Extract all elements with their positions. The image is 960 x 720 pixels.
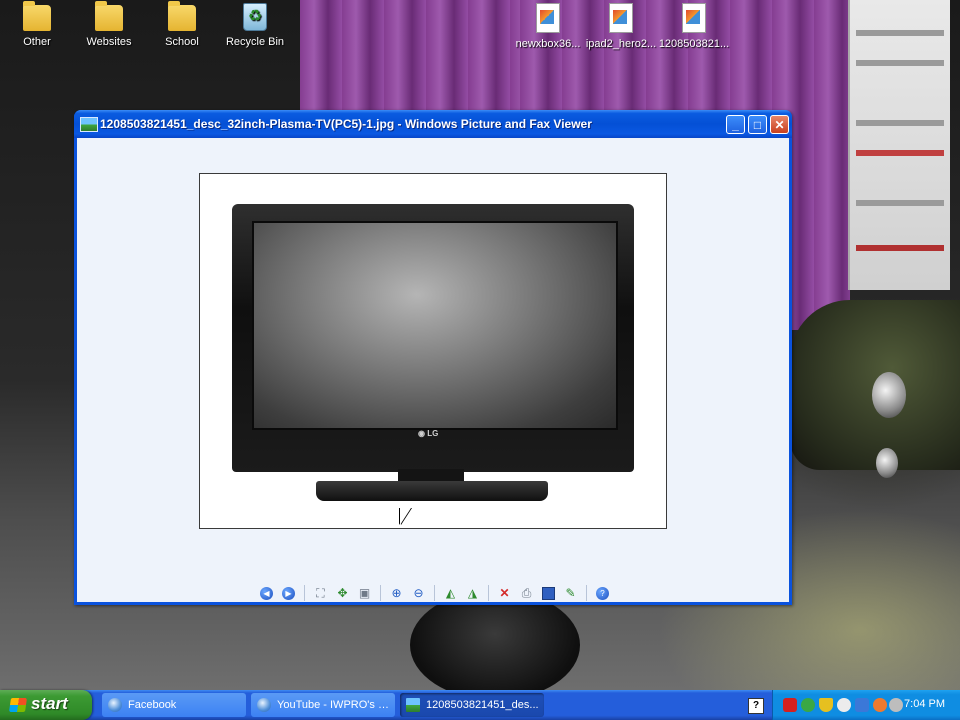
edit-image-icon: ✎ xyxy=(565,586,576,600)
mouse-cursor-icon xyxy=(400,508,411,525)
window-titlebar[interactable]: 1208503821451_desc_32inch-Plasma-TV(PC5)… xyxy=(74,110,792,138)
desktop-icon-websites[interactable]: Websites xyxy=(72,1,146,48)
desktop-icon-newxbox[interactable]: newxbox36... xyxy=(511,3,585,50)
wallpaper-tire xyxy=(410,590,580,690)
delete-button[interactable]: ✕ xyxy=(495,584,514,603)
desktop-icon-label: Recycle Bin xyxy=(225,36,285,48)
zoom-in-icon: ⊕ xyxy=(391,586,402,600)
rotate-counterclockwise-button[interactable]: ◮ xyxy=(463,584,482,603)
next-image-icon: ▶ xyxy=(282,586,295,600)
app-tray-icon[interactable] xyxy=(855,698,869,712)
previous-image-icon: ◀ xyxy=(260,586,273,600)
tv-stand-base xyxy=(316,481,548,501)
viewer-client-area: ◉ LG ◀ ▶ ⛶ ✥ ▣ ⊕ ⊖ ◭ ◮ ✕ ⎙ ✎ ? xyxy=(77,138,789,602)
taskbar: start Facebook YouTube - IWPRO's C... 12… xyxy=(0,690,960,720)
wallpaper-headlight-small xyxy=(876,448,898,478)
toolbar-separator xyxy=(380,585,381,601)
volume-tray-icon[interactable] xyxy=(889,698,903,712)
taskbar-button-facebook[interactable]: Facebook xyxy=(102,693,246,717)
image-file-icon xyxy=(609,3,633,33)
image-file-icon xyxy=(682,3,706,33)
rotate-clockwise-button[interactable]: ◭ xyxy=(441,584,460,603)
rotate-counterclockwise-icon: ◮ xyxy=(467,586,478,600)
next-image-button[interactable]: ▶ xyxy=(279,584,298,603)
toolbar-separator xyxy=(304,585,305,601)
maximize-button[interactable]: □ xyxy=(748,115,767,134)
taskbar-button-label: Facebook xyxy=(128,699,177,711)
desktop-icon-ipad2[interactable]: ipad2_hero2... xyxy=(584,3,658,50)
desktop-icon-1208503821[interactable]: 1208503821... xyxy=(657,3,731,50)
toolbar-separator xyxy=(434,585,435,601)
desktop-icon-school[interactable]: School xyxy=(145,1,219,48)
save-icon xyxy=(542,586,555,600)
network-tray-icon[interactable] xyxy=(837,698,851,712)
wallpaper-headlight xyxy=(872,372,906,418)
shield-tray-icon[interactable] xyxy=(819,698,833,712)
picture-viewer-window: 1208503821451_desc_32inch-Plasma-TV(PC5)… xyxy=(74,110,792,605)
taskbar-button-label: YouTube - IWPRO's C... xyxy=(277,699,395,711)
viewer-toolbar: ◀ ▶ ⛶ ✥ ▣ ⊕ ⊖ ◭ ◮ ✕ ⎙ ✎ ? xyxy=(257,582,612,604)
start-label: start xyxy=(31,694,68,713)
browser-icon xyxy=(108,698,122,712)
desktop-icon-label: Websites xyxy=(86,36,132,48)
best-fit-button[interactable]: ⛶ xyxy=(311,584,330,603)
window-title: 1208503821451_desc_32inch-Plasma-TV(PC5)… xyxy=(100,117,592,131)
desktop-icon-other[interactable]: Other xyxy=(0,1,74,48)
minimize-button[interactable]: _ xyxy=(726,115,745,134)
start-button[interactable]: start xyxy=(0,690,92,720)
security-tray-icon[interactable] xyxy=(783,698,797,712)
help-tray-icon[interactable]: ? xyxy=(748,698,764,714)
slide-show-icon: ▣ xyxy=(358,586,371,600)
actual-size-button[interactable]: ✥ xyxy=(333,584,352,603)
help-icon: ? xyxy=(596,586,609,600)
slide-show-button[interactable]: ▣ xyxy=(355,584,374,603)
folder-icon xyxy=(23,1,51,31)
zoom-out-button[interactable]: ⊖ xyxy=(409,584,428,603)
zoom-out-icon: ⊖ xyxy=(413,586,424,600)
folder-icon xyxy=(95,1,123,31)
previous-image-button[interactable]: ◀ xyxy=(257,584,276,603)
desktop-icon-label: newxbox36... xyxy=(515,38,581,50)
browser-icon xyxy=(257,698,271,712)
maximize-icon: □ xyxy=(753,118,762,132)
copy-to-button[interactable] xyxy=(539,584,558,603)
taskbar-button-youtube[interactable]: YouTube - IWPRO's C... xyxy=(251,693,395,717)
update-tray-icon[interactable] xyxy=(801,698,815,712)
taskbar-button-label: 1208503821451_des... xyxy=(426,699,539,711)
close-button[interactable]: ✕ xyxy=(770,115,789,134)
close-icon: ✕ xyxy=(774,118,785,132)
desktop-icon-recycle-bin[interactable]: ♻ Recycle Bin xyxy=(218,3,292,48)
rotate-clockwise-icon: ◭ xyxy=(445,586,456,600)
desktop-icon-label: School xyxy=(165,36,199,48)
folder-icon xyxy=(168,1,196,31)
picture-viewer-icon xyxy=(406,698,420,712)
toolbar-separator xyxy=(488,585,489,601)
system-tray: 7:04 PM xyxy=(772,690,960,720)
help-button[interactable]: ? xyxy=(593,584,612,603)
open-editor-button[interactable]: ✎ xyxy=(561,584,580,603)
picture-viewer-icon xyxy=(80,117,98,132)
best-fit-icon: ⛶ xyxy=(316,585,325,600)
minimize-icon: _ xyxy=(732,118,739,132)
zoom-in-button[interactable]: ⊕ xyxy=(387,584,406,603)
recycle-bin-icon: ♻ xyxy=(243,3,267,31)
tv-brand-logo: ◉ LG xyxy=(418,429,439,438)
image-file-icon xyxy=(536,3,560,33)
delete-icon: ✕ xyxy=(499,586,510,600)
print-button[interactable]: ⎙ xyxy=(517,584,536,603)
tv-image: ◉ LG xyxy=(232,204,634,472)
toolbar-separator xyxy=(586,585,587,601)
desktop-icon-label: 1208503821... xyxy=(658,38,730,50)
messenger-tray-icon[interactable] xyxy=(873,698,887,712)
wallpaper-sign xyxy=(848,0,950,290)
taskbar-button-picture-viewer[interactable]: 1208503821451_des... xyxy=(400,693,544,717)
windows-logo-icon xyxy=(9,698,27,712)
desktop-icon-label: ipad2_hero2... xyxy=(585,38,657,50)
displayed-image[interactable]: ◉ LG xyxy=(199,173,667,529)
desktop-icon-label: Other xyxy=(23,36,51,48)
actual-size-icon: ✥ xyxy=(337,586,348,600)
tv-screen xyxy=(252,221,618,430)
taskbar-clock[interactable]: 7:04 PM xyxy=(904,698,945,710)
print-icon: ⎙ xyxy=(521,585,532,600)
